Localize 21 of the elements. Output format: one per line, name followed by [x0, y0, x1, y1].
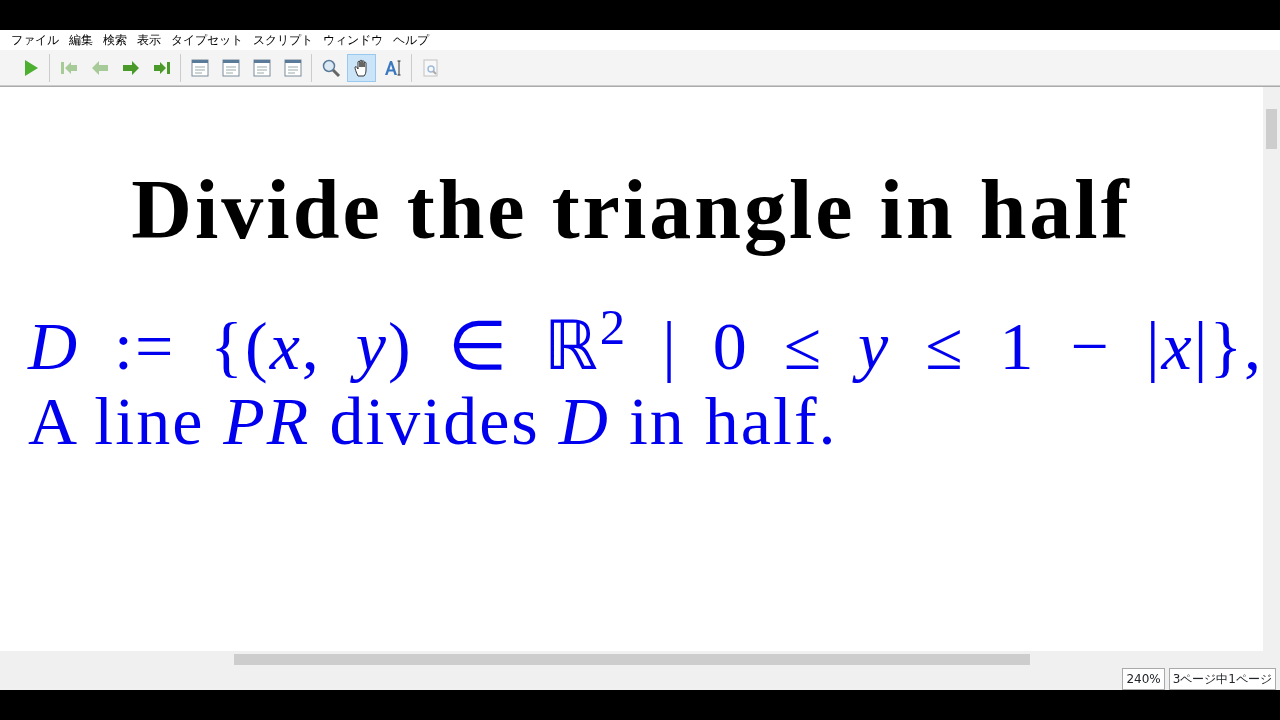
menu-item[interactable]: タイプセット — [166, 31, 248, 49]
page-icon — [282, 57, 303, 78]
page-icon — [220, 57, 241, 78]
page-icon — [189, 57, 210, 78]
menu-item[interactable]: ウィンドウ — [318, 31, 388, 49]
math-formula: D := {(x, y) ∈ ℝ$^{2}$ | 0 ≤ y ≤ 1 − |x|}, — [26, 309, 1263, 384]
zoom-level: 240% — [1122, 667, 1165, 690]
document-title: Divide the triangle in half — [130, 162, 1133, 258]
search-icon — [320, 57, 341, 78]
menu-item[interactable]: ファイル — [6, 31, 64, 49]
menu-item[interactable]: スクリプト — [248, 31, 318, 49]
page-indicator: 3ページ中1ページ — [1168, 667, 1276, 690]
menu-item[interactable]: 編集 — [64, 31, 98, 49]
menu-item[interactable]: ヘルプ — [388, 31, 434, 49]
menu-item[interactable]: 表示 — [132, 31, 166, 49]
document-sentence: A line PR divides D in half. — [27, 383, 839, 459]
toolbar-button[interactable] — [347, 53, 376, 82]
document-search-icon — [420, 57, 441, 78]
text-cursor-icon — [382, 57, 403, 78]
page-icon — [251, 57, 272, 78]
menu-item[interactable]: 検索 — [98, 31, 132, 49]
